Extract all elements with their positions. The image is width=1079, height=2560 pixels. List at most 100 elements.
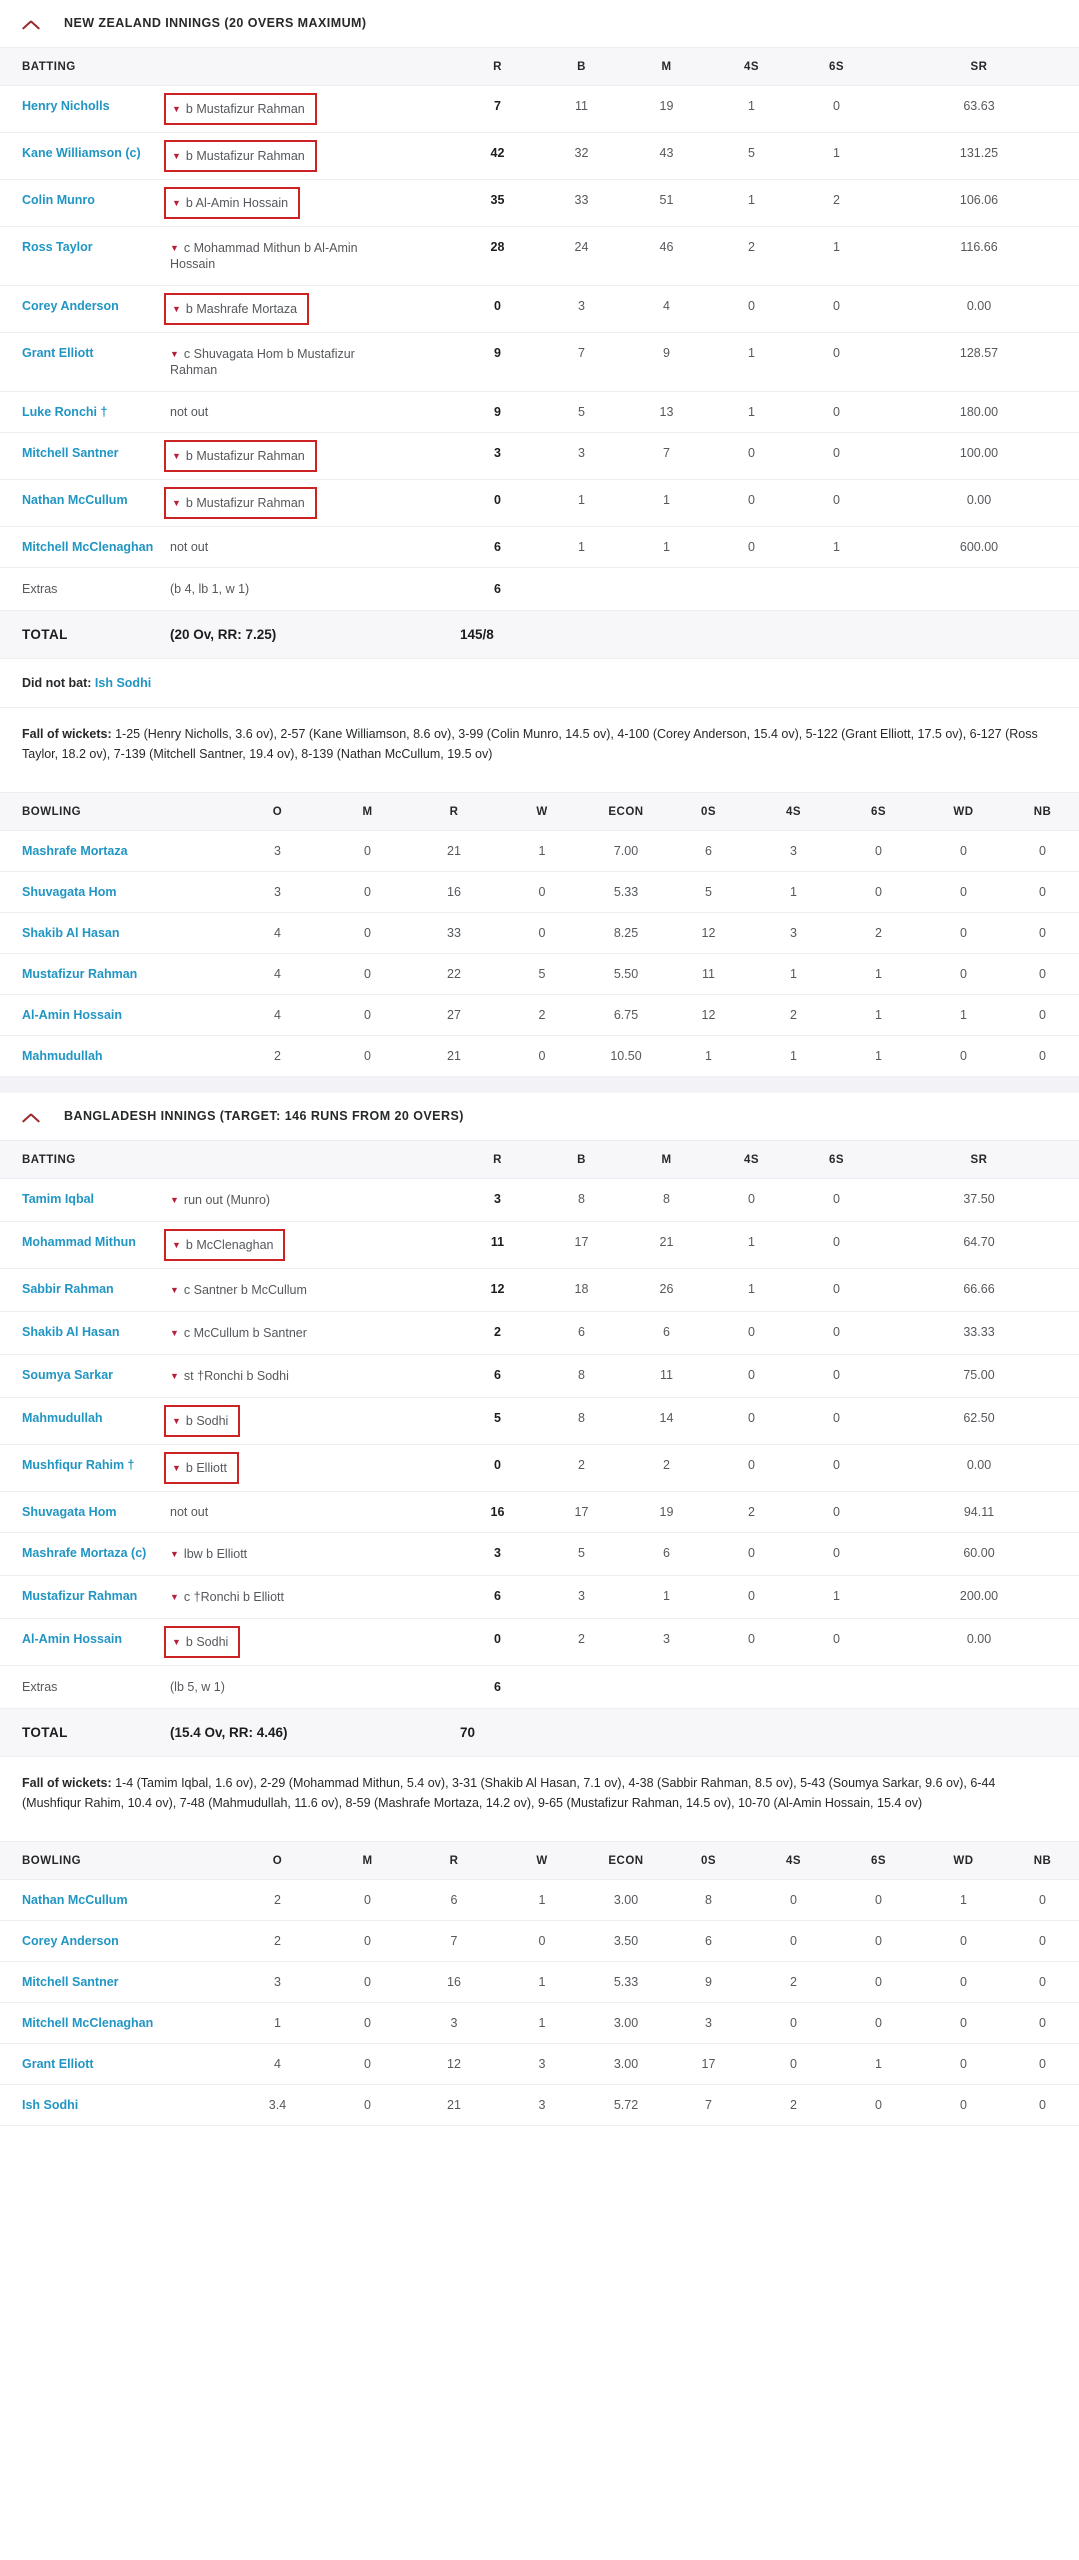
caret-down-icon[interactable]: ▼ xyxy=(172,101,181,117)
bowler-link[interactable]: Corey Anderson xyxy=(22,1934,119,1948)
bowling-0s-value: 11 xyxy=(702,967,715,981)
batting-r-value: 0 xyxy=(494,1458,501,1472)
batsman-link[interactable]: Mitchell McClenaghan xyxy=(22,540,153,554)
bowling-col-header: BOWLING xyxy=(0,792,230,831)
caret-down-icon[interactable]: ▼ xyxy=(172,495,181,511)
bowler-link[interactable]: Shakib Al Hasan xyxy=(22,926,120,940)
caret-down-icon[interactable]: ▼ xyxy=(170,1282,179,1298)
bowler-link[interactable]: Mahmudullah xyxy=(22,1049,103,1063)
bowling-w-value: 3 xyxy=(538,2057,546,2071)
batsman-link[interactable]: Mashrafe Mortaza (c) xyxy=(22,1546,146,1560)
batting-row: Al-Amin Hossain ▼ b Sodhi 0 2 3 0 0 0.00 xyxy=(0,1619,1079,1666)
extras-row: Extras (lb 5, w 1) 6 xyxy=(0,1666,1079,1709)
dismissal-highlight[interactable]: ▼ c Shuvagata Hom b Mustafizur Rahman xyxy=(170,346,402,378)
bowler-link[interactable]: Nathan McCullum xyxy=(22,1893,128,1907)
batsman-link[interactable]: Henry Nicholls xyxy=(22,99,110,113)
bowler-link[interactable]: Mitchell McClenaghan xyxy=(22,2016,153,2030)
batsman-link[interactable]: Corey Anderson xyxy=(22,299,119,313)
batting-b-value: 17 xyxy=(574,1505,589,1519)
bowling-r-value: 21 xyxy=(447,2098,461,2112)
caret-down-icon[interactable]: ▼ xyxy=(172,1460,181,1476)
caret-down-icon[interactable]: ▼ xyxy=(170,1546,179,1562)
dismissal-highlight[interactable]: ▼ b Mashrafe Mortaza xyxy=(164,293,310,325)
batsman-link[interactable]: Mustafizur Rahman xyxy=(22,1589,137,1603)
caret-down-icon[interactable]: ▼ xyxy=(170,240,179,256)
bowler-link[interactable]: Mashrafe Mortaza xyxy=(22,844,128,858)
dismissal-highlight[interactable]: ▼ c †Ronchi b Elliott xyxy=(170,1589,284,1605)
bowling-0s-value: 12 xyxy=(701,926,716,940)
caret-down-icon[interactable]: ▼ xyxy=(172,301,181,317)
batting-m-value: 43 xyxy=(659,146,674,160)
batting-m-value: 6 xyxy=(663,1546,670,1560)
caret-down-icon[interactable]: ▼ xyxy=(172,1413,181,1429)
batting-sr-value: 63.63 xyxy=(963,99,995,113)
bowler-link[interactable]: Grant Elliott xyxy=(22,2057,94,2071)
batsman-link[interactable]: Sabbir Rahman xyxy=(22,1282,114,1296)
bowler-link[interactable]: Al-Amin Hossain xyxy=(22,1008,122,1022)
innings-separator xyxy=(0,1077,1079,1093)
dismissal-text: ▼ b Mustafizur Rahman xyxy=(172,495,305,511)
fall-of-wickets: Fall of wickets: 1-4 (Tamim Iqbal, 1.6 o… xyxy=(0,1757,1079,1831)
caret-down-icon[interactable]: ▼ xyxy=(170,1325,179,1341)
bowling-nb-value: 0 xyxy=(1039,926,1046,940)
batsman-link[interactable]: Luke Ronchi † xyxy=(22,405,107,419)
caret-down-icon[interactable]: ▼ xyxy=(170,1368,179,1384)
dismissal-highlight[interactable]: ▼ c Mohammad Mithun b Al-Amin Hossain xyxy=(170,240,402,272)
caret-down-icon[interactable]: ▼ xyxy=(172,148,181,164)
dismissal-highlight[interactable]: ▼ b Mustafizur Rahman xyxy=(164,487,317,519)
innings-header-bangladesh[interactable]: BANGLADESH INNINGS (TARGET: 146 RUNS FRO… xyxy=(0,1093,1079,1140)
dismissal-highlight[interactable]: ▼ b Sodhi xyxy=(164,1405,241,1437)
dismissal-highlight[interactable]: ▼ c McCullum b Santner xyxy=(170,1325,307,1341)
bowler-link[interactable]: Shuvagata Hom xyxy=(22,885,116,899)
dismissal-highlight[interactable]: ▼ b Mustafizur Rahman xyxy=(164,140,317,172)
dismissal-highlight[interactable]: ▼ c Santner b McCullum xyxy=(170,1282,307,1298)
batsman-link[interactable]: Shakib Al Hasan xyxy=(22,1325,120,1339)
batsman-link[interactable]: Mahmudullah xyxy=(22,1411,103,1425)
bowler-link[interactable]: Mitchell Santner xyxy=(22,1975,119,1989)
dismissal-highlight[interactable]: ▼ b Sodhi xyxy=(164,1626,241,1658)
batting-r-value: 35 xyxy=(490,193,505,207)
caret-down-icon[interactable]: ▼ xyxy=(172,448,181,464)
batsman-link[interactable]: Al-Amin Hossain xyxy=(22,1632,122,1646)
batsman-link[interactable]: Colin Munro xyxy=(22,193,95,207)
caret-down-icon[interactable]: ▼ xyxy=(170,1589,179,1605)
dismissal-highlight[interactable]: ▼ b Mustafizur Rahman xyxy=(164,93,317,125)
batsman-link[interactable]: Shuvagata Hom xyxy=(22,1505,116,1519)
batting-sr-value: 37.50 xyxy=(963,1192,995,1206)
batsman-link[interactable]: Tamim Iqbal xyxy=(22,1192,94,1206)
batting-sr-value: 0.00 xyxy=(966,493,992,507)
dismissal-highlight[interactable]: ▼ st †Ronchi b Sodhi xyxy=(170,1368,289,1384)
bowling-col-header: NB xyxy=(1006,792,1079,831)
dismissal-highlight[interactable]: ▼ b Mustafizur Rahman xyxy=(164,440,317,472)
bowling-m-value: 0 xyxy=(364,2057,371,2071)
caret-down-icon[interactable]: ▼ xyxy=(172,1237,181,1253)
bowling-0s-value: 7 xyxy=(705,2098,712,2112)
batsman-link[interactable]: Nathan McCullum xyxy=(22,493,128,507)
caret-down-icon[interactable]: ▼ xyxy=(172,1634,181,1650)
batsman-link[interactable]: Kane Williamson (c) xyxy=(22,146,141,160)
bowling-4s-value: 0 xyxy=(790,2057,797,2071)
dismissal-highlight[interactable]: ▼ b Elliott xyxy=(164,1452,239,1484)
caret-down-icon[interactable]: ▼ xyxy=(170,1192,179,1208)
extras-row: Extras (b 4, lb 1, w 1) 6 xyxy=(0,568,1079,611)
dismissal-highlight[interactable]: ▼ b McClenaghan xyxy=(164,1229,286,1261)
batsman-link[interactable]: Mushfiqur Rahim † xyxy=(22,1458,135,1472)
dismissal-highlight[interactable]: ▼ run out (Munro) xyxy=(170,1192,270,1208)
bowler-link[interactable]: Mustafizur Rahman xyxy=(22,967,137,981)
caret-down-icon[interactable]: ▼ xyxy=(172,195,181,211)
caret-down-icon[interactable]: ▼ xyxy=(170,346,179,362)
dismissal-highlight[interactable]: ▼ lbw b Elliott xyxy=(170,1546,247,1562)
bowling-col-header: BOWLING xyxy=(0,1841,230,1880)
dismissal-highlight[interactable]: ▼ b Al-Amin Hossain xyxy=(164,187,301,219)
chevron-up-icon[interactable] xyxy=(22,1110,42,1122)
batsman-link[interactable]: Grant Elliott xyxy=(22,346,94,360)
batsman-link[interactable]: Soumya Sarkar xyxy=(22,1368,113,1382)
batsman-link[interactable]: Mohammad Mithun xyxy=(22,1235,136,1249)
batsman-link[interactable]: Ross Taylor xyxy=(22,240,93,254)
chevron-up-icon[interactable] xyxy=(22,17,42,29)
batsman-link[interactable]: Mitchell Santner xyxy=(22,446,119,460)
innings-header-new-zealand[interactable]: NEW ZEALAND INNINGS (20 OVERS MAXIMUM) xyxy=(0,0,1079,47)
batting-4s-value: 1 xyxy=(748,99,755,113)
bowler-link[interactable]: Ish Sodhi xyxy=(22,2098,78,2112)
did-not-bat-player[interactable]: Ish Sodhi xyxy=(95,676,151,690)
